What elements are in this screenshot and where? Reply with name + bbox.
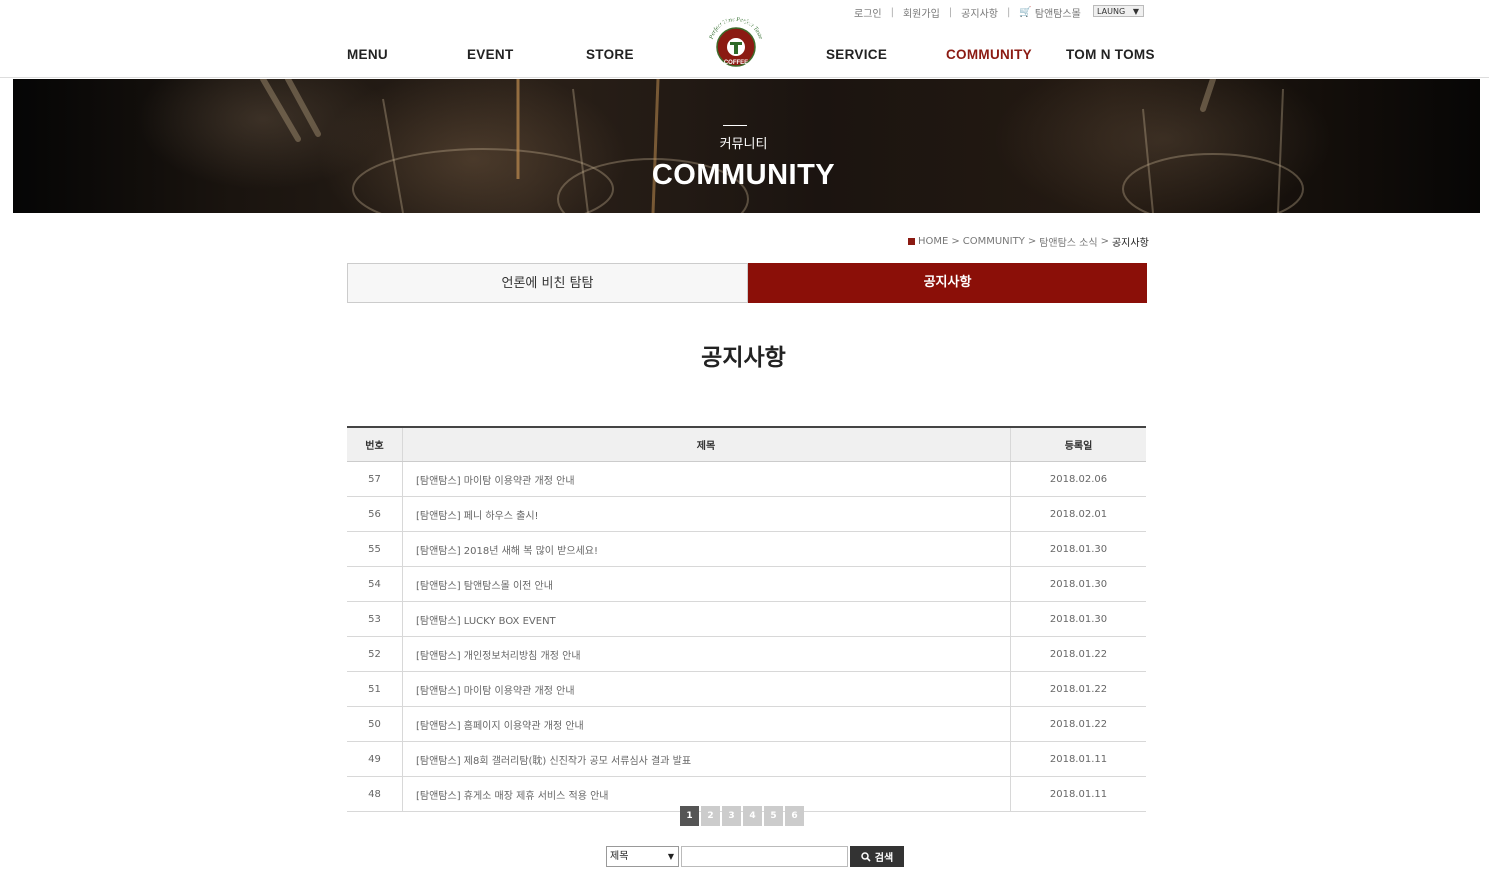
breadcrumb-home[interactable]: HOME [918,236,948,247]
breadcrumb: HOME > COMMUNITY > 탐앤탐스 소식 > 공지사항 [908,234,1149,249]
page-button[interactable]: 3 [722,806,741,826]
breadcrumb-current: 공지사항 [1111,238,1149,249]
signup-link[interactable]: 회원가입 [903,5,940,20]
utility-bar: 로그인 | 회원가입 | 공지사항 | 🛒 탐앤탐스몰 [854,5,1081,20]
row-number: 57 [347,461,403,497]
breadcrumb-separator: > [951,236,960,247]
column-header-title: 제목 [402,426,1011,462]
row-number: 54 [347,566,403,602]
row-date: 2018.02.01 [1010,496,1146,532]
divider: | [948,7,953,18]
hero-subtitle: 커뮤니티 [719,137,768,152]
table-row[interactable]: 55 [탐앤탐스] 2018년 새해 복 많이 받으세요! 2018.01.30 [347,531,1146,567]
row-title-link[interactable]: [탐앤탐스] 페니 하우스 출시! [402,496,1011,532]
row-title-link[interactable]: [탐앤탐스] 마이탐 이용약관 개정 안내 [402,461,1011,497]
row-number: 51 [347,671,403,707]
table-row[interactable]: 52 [탐앤탐스] 개인정보처리방침 개정 안내 2018.01.22 [347,636,1146,672]
row-title-link[interactable]: [탐앤탐스] 2018년 새해 복 많이 받으세요! [402,531,1011,567]
logo-sub: COFFEE [724,60,748,66]
row-number: 53 [347,601,403,637]
row-number: 50 [347,706,403,742]
row-date: 2018.01.11 [1010,741,1146,777]
page-button[interactable]: 4 [743,806,762,826]
divider: | [1006,7,1011,18]
search-input[interactable] [681,846,848,867]
row-date: 2018.01.30 [1010,566,1146,602]
breadcrumb-news[interactable]: 탐앤탐스 소식 [1039,234,1097,249]
row-number: 56 [347,496,403,532]
search-button[interactable]: 검색 [850,846,904,867]
chevron-down-icon: ▼ [1132,7,1139,16]
column-header-no: 번호 [347,426,403,462]
notice-link[interactable]: 공지사항 [961,5,998,20]
language-select[interactable]: LAUNG ▼ [1093,5,1144,17]
row-number: 55 [347,531,403,567]
shop-link[interactable]: 🛒 탐앤탐스몰 [1019,5,1080,20]
breadcrumb-separator: > [1027,236,1037,247]
table-row[interactable]: 56 [탐앤탐스] 페니 하우스 출시! 2018.02.01 [347,496,1146,532]
table-row[interactable]: 49 [탐앤탐스] 제8회 갤러리탐(耽) 신진작가 공모 서류심사 결과 발표 2… [347,741,1146,777]
row-date: 2018.01.30 [1010,531,1146,567]
search-button-label: 검색 [874,853,894,864]
nav-store[interactable]: STORE [586,47,634,62]
tab-notice[interactable]: 공지사항 [748,263,1147,303]
table-row[interactable]: 53 [탐앤탐스] LUCKY BOX EVENT 2018.01.30 [347,601,1146,637]
row-number: 52 [347,636,403,672]
nav-service[interactable]: SERVICE [826,47,887,62]
search-field-value: 제목 [610,851,629,862]
row-date: 2018.01.30 [1010,601,1146,637]
search-field-select[interactable]: 제목 ▼ [606,846,679,867]
cart-icon: 🛒 [1019,7,1032,18]
table-row[interactable]: 50 [탐앤탐스] 홈페이지 이용약관 개정 안내 2018.01.22 [347,706,1146,742]
breadcrumb-separator: > [1100,236,1109,247]
row-number: 49 [347,741,403,777]
page-button[interactable]: 2 [701,806,720,826]
page-button[interactable]: 5 [764,806,783,826]
header-divider [0,77,1489,78]
chevron-down-icon: ▼ [667,852,674,861]
tab-press[interactable]: 언론에 비친 탐탐 [347,263,748,303]
table-row[interactable]: 54 [탐앤탐스] 탐앤탐스몰 이전 안내 2018.01.30 [347,566,1146,602]
row-title-link[interactable]: [탐앤탐스] 홈페이지 이용약관 개정 안내 [402,706,1011,742]
page-button[interactable]: 1 [680,806,699,826]
home-icon [908,238,915,245]
row-title-link[interactable]: [탐앤탐스] 개인정보처리방침 개정 안내 [402,636,1011,672]
row-date: 2018.01.22 [1010,671,1146,707]
column-header-date: 등록일 [1010,426,1146,462]
language-value: LAUNG [1097,7,1126,16]
divider: | [890,7,894,18]
hero-title: COMMUNITY [651,159,836,191]
nav-tomntoms[interactable]: TOM N TOMS [1066,47,1155,62]
row-title-link[interactable]: [탐앤탐스] LUCKY BOX EVENT [402,601,1011,637]
breadcrumb-community[interactable]: COMMUNITY [963,236,1025,247]
nav-community[interactable]: COMMUNITY [946,47,1032,62]
row-date: 2018.01.22 [1010,706,1146,742]
hero-banner: 커뮤니티 COMMUNITY [13,79,1480,213]
row-title-link[interactable]: [탐앤탐스] 탐앤탐스몰 이전 안내 [402,566,1011,602]
row-date: 2018.01.11 [1010,776,1146,812]
search-icon [861,851,871,862]
page-button[interactable]: 6 [785,806,804,826]
nav-event[interactable]: EVENT [467,47,514,62]
row-date: 2018.02.06 [1010,461,1146,497]
table-row[interactable]: 57 [탐앤탐스] 마이탐 이용약관 개정 안내 2018.02.06 [347,461,1146,497]
table-row[interactable]: 51 [탐앤탐스] 마이탐 이용약관 개정 안내 2018.01.22 [347,671,1146,707]
page-title: 공지사항 [701,345,786,371]
notice-table: 번호 제목 등록일 57 [탐앤탐스] 마이탐 이용약관 개정 안내 2018.02… [347,426,1146,812]
hero-accent-line [723,125,747,126]
brand-logo[interactable]: Perfect Time Perfect Taste TOM N TOMS CO… [703,12,769,76]
pagination: 123456 [680,806,804,826]
nav-menu[interactable]: MENU [347,47,388,62]
row-date: 2018.01.22 [1010,636,1146,672]
row-title-link[interactable]: [탐앤탐스] 제8회 갤러리탐(耽) 신진작가 공모 서류심사 결과 발표 [402,741,1011,777]
row-title-link[interactable]: [탐앤탐스] 마이탐 이용약관 개정 안내 [402,671,1011,707]
shop-label: 탐앤탐스몰 [1034,9,1081,20]
login-link[interactable]: 로그인 [854,5,882,20]
row-number: 48 [347,776,403,812]
table-header-row: 번호 제목 등록일 [347,426,1146,462]
